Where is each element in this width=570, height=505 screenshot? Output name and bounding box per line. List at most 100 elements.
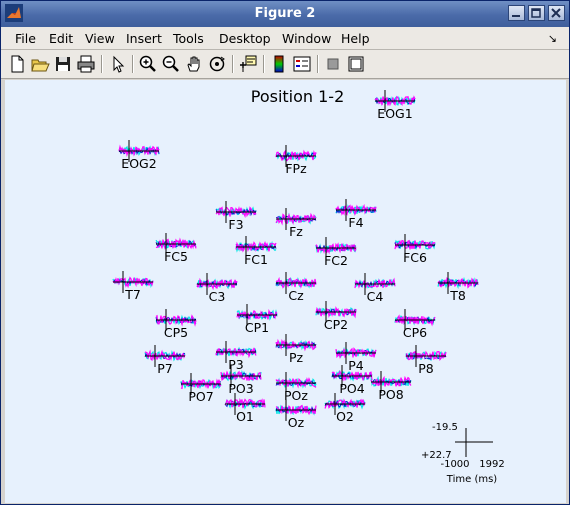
toolbar-separator	[317, 55, 319, 73]
menu-desktop[interactable]: Desktop	[219, 31, 271, 46]
channel-plot-eog1[interactable]: EOG1	[374, 90, 416, 121]
title-bar[interactable]: Figure 2	[1, 1, 569, 27]
channel-label: Pz	[289, 350, 304, 365]
channel-plot-t8[interactable]: T8	[437, 272, 479, 303]
channel-label: FC1	[244, 252, 268, 267]
zoom-out-button[interactable]	[161, 54, 181, 74]
menu-window[interactable]: Window	[282, 31, 331, 46]
channel-plot-po7[interactable]: PO7	[180, 373, 222, 404]
save-button[interactable]	[53, 54, 73, 74]
channel-plot-fpz[interactable]: FPz	[275, 145, 317, 176]
toolbar-separator	[132, 55, 134, 73]
zoom-in-button[interactable]	[138, 54, 158, 74]
legend-icon	[293, 56, 311, 72]
close-button[interactable]	[548, 5, 565, 21]
channel-plot-cp2[interactable]: CP2	[315, 301, 357, 332]
legend-button[interactable]	[292, 54, 312, 74]
channel-plot-fc5[interactable]: FC5	[155, 233, 197, 264]
channel-label: CP2	[324, 317, 348, 332]
channel-label: O1	[236, 409, 254, 424]
channel-plot-p3[interactable]: P3	[215, 341, 257, 372]
channel-plot-oz[interactable]: Oz	[275, 399, 317, 430]
edit-plot-button[interactable]	[108, 54, 128, 74]
rotate-3d-button[interactable]	[207, 54, 227, 74]
open-file-button[interactable]	[30, 54, 50, 74]
channel-plot-c4[interactable]: C4	[354, 273, 396, 304]
channel-plot-c3[interactable]: C3	[196, 273, 238, 304]
window-title: Figure 2	[254, 6, 316, 21]
data-cursor-button[interactable]	[238, 54, 258, 74]
pan-button[interactable]	[184, 54, 204, 74]
menu-file[interactable]: File	[15, 31, 36, 46]
channel-label: T7	[124, 287, 141, 302]
scale-y-top-label: -19.5	[432, 422, 458, 433]
menu-edit[interactable]: Edit	[49, 31, 73, 46]
hide-plot-tools-icon	[327, 58, 339, 70]
channel-plot-fz[interactable]: Fz	[275, 208, 317, 239]
channel-plot-poz[interactable]: POz	[275, 372, 317, 403]
channel-plot-pz[interactable]: Pz	[275, 334, 317, 365]
channel-plot-area: EOG1 EOG2 FPz F3 Fz F4 FC5 FC1 FC2 FC6 T7 C3 Cz C4 T8 C…	[112, 90, 505, 485]
colorbar-icon	[274, 55, 284, 73]
channel-plot-fc1[interactable]: FC1	[235, 236, 277, 267]
maximize-icon	[531, 8, 541, 18]
channel-plot-t7[interactable]: T7	[112, 271, 154, 302]
channel-plot-fc2[interactable]: FC2	[315, 237, 357, 268]
channel-label: Fz	[289, 224, 303, 239]
open-file-icon	[31, 59, 50, 72]
channel-plot-po8[interactable]: PO8	[370, 371, 412, 402]
save-icon	[56, 57, 70, 71]
channel-plot-f3[interactable]: F3	[215, 201, 257, 232]
figure-canvas[interactable]: Position 1-2 EOG1 EOG2 FPz F3 Fz F4 FC5 FC1 FC2 F…	[5, 80, 566, 503]
channel-plot-f4[interactable]: F4	[335, 199, 377, 230]
figure-window: Figure 2 File Edit View Insert Tools Des…	[0, 0, 570, 505]
new-figure-button[interactable]	[7, 54, 27, 74]
minimize-button[interactable]	[508, 5, 525, 21]
menu-insert[interactable]: Insert	[126, 31, 162, 46]
close-icon	[551, 8, 561, 18]
channel-plot-cp5[interactable]: CP5	[155, 309, 197, 340]
show-plot-tools-button[interactable]	[346, 54, 366, 74]
scale-x-left-label: -1000	[440, 459, 469, 470]
maximize-button[interactable]	[528, 5, 545, 21]
scale-x-axis-title: Time (ms)	[446, 474, 498, 485]
channel-plot-o1[interactable]: O1	[224, 393, 266, 424]
channel-label: CP1	[245, 320, 269, 335]
channel-label: P7	[157, 361, 173, 376]
channel-label: FC2	[324, 253, 348, 268]
menu-tools[interactable]: Tools	[173, 31, 204, 46]
channel-plot-cp1[interactable]: CP1	[236, 304, 278, 335]
colorbar-button[interactable]	[269, 54, 289, 74]
channel-label: Cz	[288, 288, 304, 303]
scale-legend: -19.5+22.7-1000 1992Time (ms)	[421, 422, 505, 485]
channel-plot-fc6[interactable]: FC6	[394, 234, 436, 265]
figure-toolbar	[1, 50, 569, 79]
channel-label: POz	[284, 388, 308, 403]
print-button[interactable]	[76, 54, 96, 74]
menu-help[interactable]: Help	[341, 31, 370, 46]
channel-plot-cz[interactable]: Cz	[275, 272, 317, 303]
channel-plot-p7[interactable]: P7	[144, 345, 186, 376]
hide-plot-tools-button[interactable]	[323, 54, 343, 74]
dock-arrow-icon[interactable]: ↘	[548, 32, 557, 45]
show-plot-tools-icon	[348, 56, 364, 72]
channel-label: T8	[449, 288, 466, 303]
zoom-in-icon	[139, 55, 156, 72]
channel-plot-o2[interactable]: O2	[324, 393, 366, 424]
pan-hand-icon	[187, 56, 200, 72]
channel-plot-cp6[interactable]: CP6	[394, 309, 436, 340]
toolbar-separator	[232, 55, 234, 73]
channel-label: FC5	[164, 249, 188, 264]
channel-label: PO8	[378, 387, 403, 402]
channel-label: PO4	[339, 381, 364, 396]
channel-label: F3	[228, 217, 243, 232]
new-figure-icon	[11, 55, 24, 73]
channel-label: FPz	[285, 161, 307, 176]
menu-view[interactable]: View	[85, 31, 115, 46]
channel-plot-p8[interactable]: P8	[405, 345, 447, 376]
channel-plot-eog2[interactable]: EOG2	[118, 140, 160, 171]
minimize-icon	[512, 15, 520, 17]
channel-label: F4	[348, 215, 363, 230]
toolbar-separator	[101, 55, 103, 73]
edit-plot-arrow-icon	[113, 55, 125, 73]
